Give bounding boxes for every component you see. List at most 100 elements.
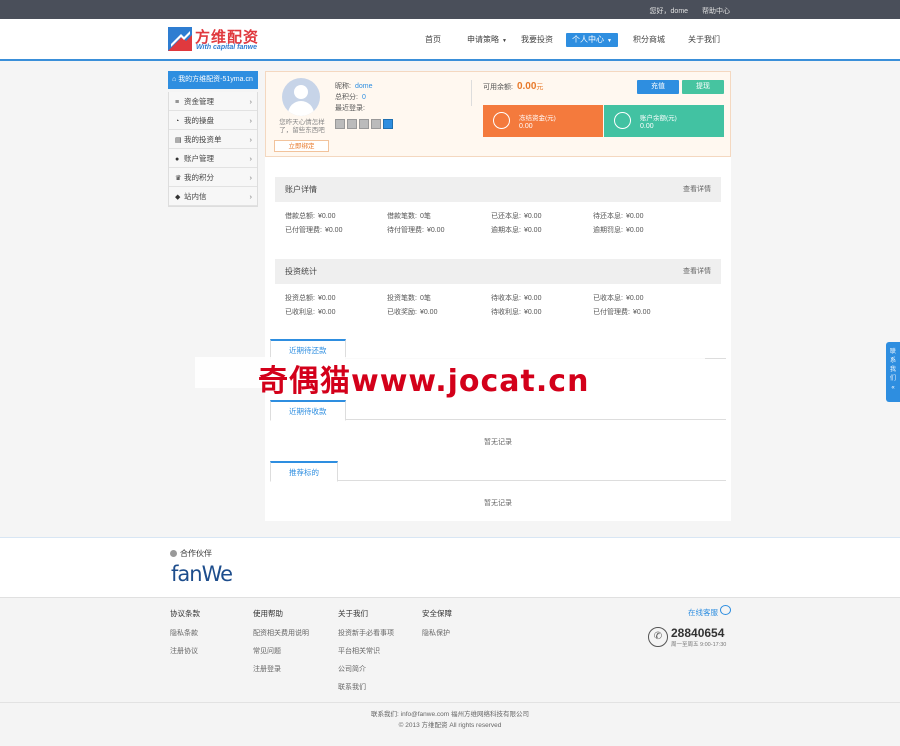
view-details-link[interactable]: 查看详情 [683,177,711,202]
footer-col-title: 协议条款 [170,609,200,618]
username-value[interactable]: dome [355,83,373,90]
chevron-right-icon: › [249,173,253,182]
chevron-down-icon: ▼ [607,38,612,44]
nav-home[interactable]: 首页 [425,33,441,47]
sidebar-item-points[interactable]: ♛ 我的积分 › [169,168,257,187]
frozen-funds-card: 冻结资金(元) 0.00 [483,105,603,137]
footer-bottom: 联系我们: info@fanwe.com 福州方维网络科技有限公司 © 2013… [0,702,900,731]
site-footer: 协议条款 隐私条款 注册协议 使用帮助 配资相关费用说明 常见问题 注册登录 关… [0,597,900,746]
sidebar-item-account[interactable]: ● 账户管理 › [169,149,257,168]
nav-about-us[interactable]: 关于我们 [688,33,720,47]
view-details-link[interactable]: 查看详情 [683,259,711,284]
footer-link[interactable]: 投资新手必看事项 [338,628,394,638]
recharge-button[interactable]: 充值 [637,80,679,94]
tab-recommend[interactable]: 推荐标的 [270,461,338,482]
chevron-right-icon: › [249,116,253,125]
user-icon: ● [175,156,180,163]
stat-item: 已付管理费: ¥0.00 [285,227,343,234]
balance-label: 可用余额: [483,84,513,91]
stat-item: 借款总额: ¥0.00 [285,213,336,220]
help-center-link[interactable]: 帮助中心 [702,8,730,15]
chevron-left-icon: « [891,385,895,391]
logo-english-text: With capital fanwe [196,44,258,51]
nav-apply-strategy[interactable]: 申请策略 ▼ [467,33,507,47]
service-phone: 28840654 [671,626,725,640]
contact-float-label: 联系我们 [889,349,896,382]
watermark-text: 奇偶猫www.jocat.cn [258,364,590,399]
account-balance-value: 0.00 [640,123,654,130]
divider [471,80,472,106]
footer-link[interactable]: 常见问题 [253,646,309,656]
footer-link[interactable]: 联系我们 [338,682,394,692]
email-verify-icon[interactable] [359,119,369,129]
account-balance-label: 账户余额(元) [640,115,677,122]
clock-icon: ◔ [175,118,180,125]
stat-item: 逾期罚息: ¥0.00 [593,227,644,234]
site-logo[interactable]: 方维配资 With capital fanwe [168,26,278,54]
sidebar-item-messages[interactable]: ◆ 站内信 › [169,187,257,206]
footer-link[interactable]: 注册登录 [253,664,309,674]
footer-col-title: 关于我们 [338,609,368,618]
last-login-label: 最近登录: [335,105,365,112]
withdraw-button[interactable]: 提现 [682,80,724,94]
chat-bubble-icon[interactable] [720,605,731,615]
footer-col-help: 使用帮助 配资相关费用说明 常见问题 注册登录 [253,608,309,682]
frozen-label: 冻结资金(元) [519,115,556,122]
footer-col-security: 安全保障 隐私保护 [422,608,452,646]
nav-personal-center[interactable]: 个人中心 ▼ [566,33,618,47]
footer-link[interactable]: 公司简介 [338,664,394,674]
nav-invest[interactable]: 我要投资 [521,33,553,47]
footer-col-title: 安全保障 [422,609,452,618]
stat-item: 已收奖励: ¥0.00 [387,309,438,316]
stat-item: 已收利息: ¥0.00 [285,309,336,316]
tab-recent-collect[interactable]: 近期待收款 [270,400,346,421]
logo-mark-icon [168,27,192,51]
bind-now-button[interactable]: 立即绑定 [274,140,329,152]
footer-link[interactable]: 隐私保护 [422,628,452,638]
avatar[interactable] [282,78,320,116]
crown-icon: ♛ [175,175,182,182]
avatar-head-shape [294,85,308,99]
frozen-value: 0.00 [519,123,533,130]
chevron-down-icon: ▼ [502,38,507,44]
nav-points-mall[interactable]: 积分商城 [633,33,665,47]
sidebar-item-funds[interactable]: ≡ 资金管理 › [169,92,257,111]
footer-link[interactable]: 注册协议 [170,646,200,656]
section-title: 投资统计 [285,267,317,276]
footer-link[interactable]: 平台相关常识 [338,646,394,656]
chevron-right-icon: › [249,154,253,163]
footer-col-title: 使用帮助 [253,609,283,618]
contact-line: 联系我们: info@fanwe.com 福州方维网络科技有限公司 [371,711,529,718]
balance-amount: 0.00 [516,81,537,92]
sidebar-title[interactable]: ⌂ 我的方维配资-51yma.cn [168,71,258,89]
main-panel: 您昨天心情怎样了，留些东西吧 立即绑定 昵称: dome 总积分: 0 最近登录: … [265,71,731,521]
site-header: 方维配资 With capital fanwe 首页 申请策略 ▼ 我要投资 个人… [0,19,900,61]
empty-state: 暂无记录 [484,439,512,446]
bank-verify-icon[interactable] [371,119,381,129]
online-service-link[interactable]: 在线客服 [688,607,718,618]
phone-verify-icon[interactable] [347,119,357,129]
recent-collect-box: 近期待收款 暂无记录 [270,400,726,456]
chevron-right-icon: › [249,135,253,144]
verification-badges [335,119,395,129]
greeting-link[interactable]: 您好，dome [650,8,689,15]
footer-link[interactable]: 隐私条款 [170,628,200,638]
top-bar: 您好，dome 帮助中心 [0,0,900,19]
top-links: 您好，dome 帮助中心 [638,6,730,16]
invest-stats: 投资总额: ¥0.00 投资笔数: 0笔 待收本息: ¥0.00 已收本息: ¥0.00… [275,284,721,318]
settings-icon[interactable] [383,119,393,129]
footer-link[interactable]: 配资相关费用说明 [253,628,309,638]
id-verify-icon[interactable] [335,119,345,129]
invest-stats-section: 投资统计 查看详情 投资总额: ¥0.00 投资笔数: 0笔 待收本息: ¥0.00 … [275,259,721,318]
sidebar-item-trading[interactable]: ◔ 我的操盘 › [169,111,257,130]
balance-unit: 元 [536,84,544,91]
coins-icon [614,112,631,129]
circle-icon [170,550,177,557]
partners-title: 合作伙伴 [170,548,212,559]
sidebar-item-investments[interactable]: ▤ 我的投资单 › [169,130,257,149]
partners-section: 合作伙伴 fanWe [0,537,900,597]
footer-col-terms: 协议条款 隐私条款 注册协议 [170,608,200,664]
stat-item: 借款笔数: 0笔 [387,213,431,220]
contact-float-tab[interactable]: 联系我们 « [886,342,900,402]
partner-logo[interactable]: fanWe [171,562,241,592]
